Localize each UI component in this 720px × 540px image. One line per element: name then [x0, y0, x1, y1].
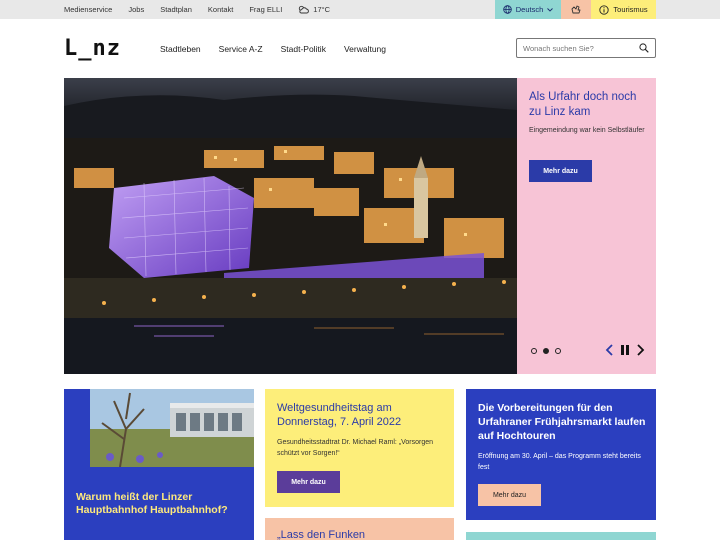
card-title[interactable]: Weltgesundheitstag am Donnerstag, 7. Apr… — [277, 401, 447, 429]
link-jobs[interactable]: Jobs — [128, 5, 144, 14]
hero-image[interactable] — [64, 78, 517, 374]
tourism-link[interactable]: Tourismus — [591, 0, 656, 19]
nav-stadtleben[interactable]: Stadtleben — [160, 44, 201, 54]
news-card-partial — [466, 532, 656, 540]
pause-icon[interactable] — [620, 344, 630, 356]
slider-dots — [531, 348, 561, 354]
weather-temperature: 17°C — [313, 5, 331, 14]
chevron-left-icon[interactable] — [605, 344, 614, 356]
hero-more-button[interactable]: Mehr dazu — [529, 160, 592, 182]
link-kontakt[interactable]: Kontakt — [208, 5, 233, 14]
link-medienservice[interactable]: Medienservice — [64, 5, 112, 14]
card-more-button[interactable]: Mehr dazu — [478, 484, 541, 506]
news-card-hauptbahnhof[interactable]: Warum heißt der Linzer Hauptbahnhof Haup… — [64, 389, 254, 540]
site-logo[interactable]: L_nz — [64, 36, 121, 61]
tourism-label: Tourismus — [613, 5, 648, 14]
card-title[interactable]: Die Vorbereitungen für den Urfahraner Fr… — [478, 401, 648, 443]
slider-dot-2[interactable] — [543, 348, 549, 354]
main-nav: Stadtleben Service A-Z Stadt-Politik Ver… — [160, 44, 404, 54]
utility-links: Medienservice Jobs Stadtplan Kontakt Fra… — [64, 0, 362, 19]
globe-icon — [502, 5, 512, 14]
card-text: Gesundheitsstadtrat Dr. Michael Raml: „V… — [277, 439, 434, 457]
card-more-button[interactable]: Mehr dazu — [277, 471, 340, 493]
link-stadtplan[interactable]: Stadtplan — [160, 5, 192, 14]
news-card-funken: „Lass den Funken — [265, 518, 454, 540]
language-selector[interactable]: Deutsch — [495, 0, 561, 19]
hero-teaser: Als Urfahr doch noch zu Linz kam Eingeme… — [517, 78, 656, 374]
hauptbahnhof-photo — [90, 389, 254, 467]
nav-service-a-z[interactable]: Service A-Z — [219, 44, 263, 54]
link-frag-elli[interactable]: Frag ELLI — [249, 5, 282, 14]
chevron-right-icon[interactable] — [636, 344, 645, 356]
card-title[interactable]: „Lass den Funken — [277, 529, 365, 540]
info-icon — [599, 4, 610, 15]
search-icon[interactable] — [639, 43, 649, 53]
night-city-photo — [64, 78, 517, 374]
card-text: Eröffnung am 30. April – das Programm st… — [478, 453, 641, 471]
search-placeholder: Wonach suchen Sie? — [523, 43, 594, 53]
card-title[interactable]: Warum heißt der Linzer Hauptbahnhof Haup… — [76, 491, 236, 517]
slider-dot-1[interactable] — [531, 348, 537, 354]
hero-subtitle: Eingemeindung war kein Selbstläufer — [529, 127, 645, 134]
slider-dot-3[interactable] — [555, 348, 561, 354]
slider-controls — [605, 344, 645, 356]
sign-language-button[interactable] — [561, 0, 591, 19]
nav-stadt-politik[interactable]: Stadt-Politik — [281, 44, 326, 54]
cloud-sun-icon — [299, 5, 310, 14]
weather-widget: 17°C — [298, 5, 346, 14]
nav-verwaltung[interactable]: Verwaltung — [344, 44, 386, 54]
language-label: Deutsch — [515, 5, 544, 14]
search-input[interactable]: Wonach suchen Sie? — [516, 38, 656, 58]
news-card-fruehjahrsmarkt: Die Vorbereitungen für den Urfahraner Fr… — [466, 389, 656, 520]
chevron-down-icon — [547, 7, 554, 12]
hero-title[interactable]: Als Urfahr doch noch zu Linz kam — [529, 90, 649, 120]
hand-sign-icon — [571, 5, 581, 13]
news-card-weltgesundheitstag: Weltgesundheitstag am Donnerstag, 7. Apr… — [265, 389, 454, 507]
